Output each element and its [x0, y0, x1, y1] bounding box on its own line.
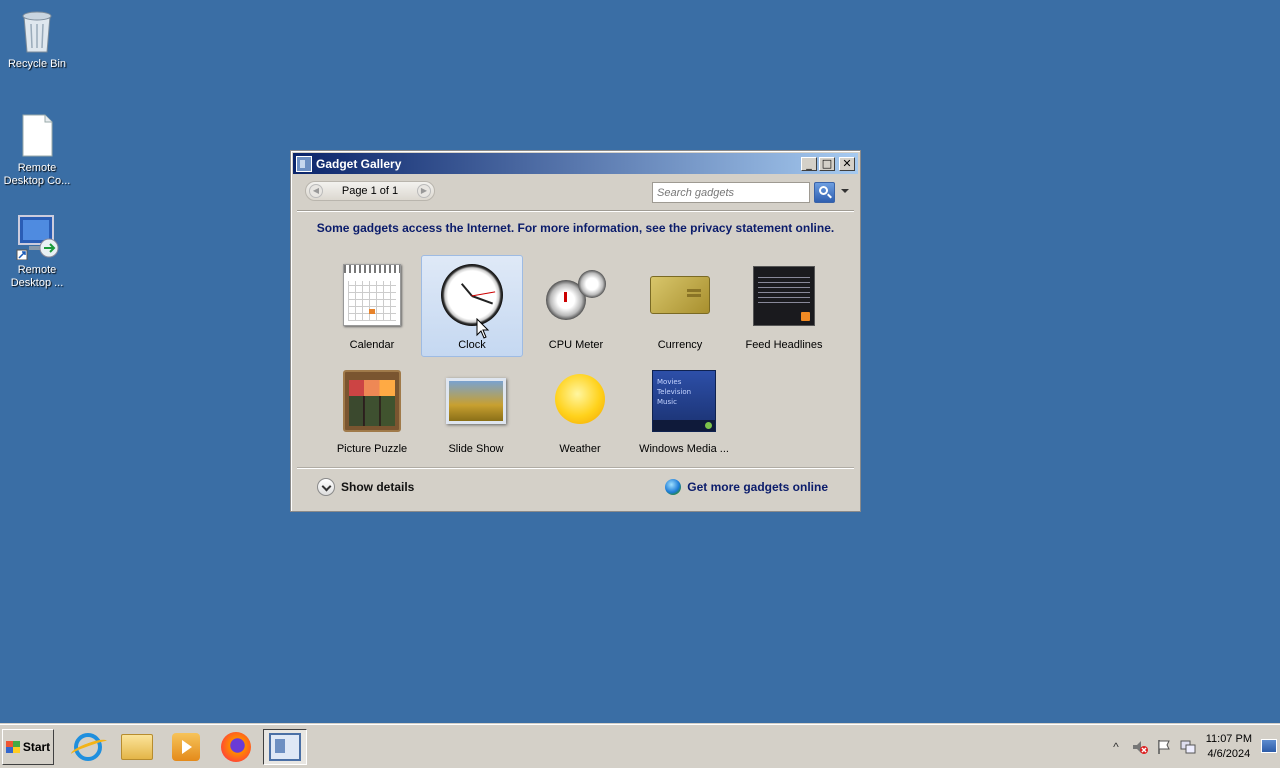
- get-more-gadgets-label: Get more gadgets online: [687, 480, 828, 494]
- gadget-clock[interactable]: Clock: [421, 255, 523, 357]
- show-details-label: Show details: [341, 480, 415, 494]
- get-more-gadgets-link[interactable]: Get more gadgets online: [665, 479, 828, 495]
- show-details-button[interactable]: Show details: [317, 478, 414, 496]
- taskbar-clock[interactable]: 11:07 PM 4/6/2024: [1206, 732, 1252, 762]
- media-thumb-line: Movies: [657, 378, 682, 386]
- media-player-icon: [172, 733, 200, 761]
- gadget-name: CPU Meter: [548, 339, 604, 351]
- gadget-name: Slide Show: [448, 443, 504, 455]
- slide-show-gadget-icon: [446, 378, 506, 424]
- gadget-picture-puzzle[interactable]: Picture Puzzle: [321, 360, 423, 462]
- taskbar-app-gadget-gallery[interactable]: [263, 729, 307, 765]
- gallery-footer: Show details Get more gadgets online: [297, 467, 854, 505]
- gadget-name: Weather: [559, 443, 601, 455]
- firefox-icon: [221, 732, 251, 762]
- gadget-name: Clock: [458, 339, 486, 351]
- page-indicator: Page 1 of 1: [341, 185, 399, 197]
- clock-gadget-icon: [441, 264, 503, 326]
- gallery-content: Some gadgets access the Internet. For mo…: [297, 211, 854, 505]
- volume-muted-icon[interactable]: [1130, 737, 1150, 757]
- taskbar-app-firefox[interactable]: [214, 729, 258, 765]
- mouse-cursor-icon: [476, 318, 490, 339]
- recycle-bin-icon: [15, 8, 59, 54]
- search-input[interactable]: [653, 183, 809, 202]
- desktop-icon-remote-desktop-connection[interactable]: Remote Desktop Co...: [0, 112, 74, 188]
- windows-media-center-gadget-icon: Movies Television Music: [652, 370, 716, 432]
- cpu-meter-gadget-icon: [544, 270, 608, 320]
- window-title: Gadget Gallery: [316, 156, 402, 171]
- close-button[interactable]: ✕: [839, 156, 855, 171]
- gadget-name: Picture Puzzle: [336, 443, 408, 455]
- clock-date: 4/6/2024: [1207, 748, 1251, 760]
- search-options-dropdown-icon[interactable]: [841, 189, 849, 193]
- picture-puzzle-gadget-icon: [343, 370, 401, 432]
- privacy-notice: Some gadgets access the Internet. For mo…: [316, 221, 835, 235]
- gadget-currency[interactable]: Currency: [629, 256, 731, 358]
- desktop-icon-recycle-bin[interactable]: Recycle Bin: [0, 8, 74, 71]
- pager: ◀ Page 1 of 1 ▶: [305, 181, 435, 201]
- gadget-calendar[interactable]: Calendar: [321, 256, 423, 358]
- media-thumb-line: Television: [657, 388, 692, 396]
- weather-sun-icon: [555, 374, 605, 424]
- gadget-name: Calendar: [349, 339, 395, 351]
- maximize-button[interactable]: □: [819, 156, 835, 171]
- gadget-gallery-app-icon: [296, 155, 312, 172]
- show-desktop-button[interactable]: [1261, 739, 1277, 753]
- internet-explorer-icon: [74, 733, 102, 761]
- start-label: Start: [22, 740, 51, 754]
- title-bar[interactable]: Gadget Gallery _ □ ✕: [293, 153, 858, 174]
- gadget-slide-show[interactable]: Slide Show: [425, 360, 527, 462]
- gadget-name: Feed Headlines: [745, 339, 823, 351]
- system-tray: ^: [1106, 729, 1210, 765]
- chevron-down-icon: [317, 478, 335, 496]
- desktop-icon-label: Remote Desktop Co...: [3, 162, 71, 187]
- taskbar-app-internet-explorer[interactable]: [66, 729, 110, 765]
- file-explorer-icon: [121, 734, 153, 760]
- currency-gadget-icon: [650, 276, 710, 314]
- document-icon: [15, 112, 59, 158]
- search-icon[interactable]: [814, 182, 835, 203]
- gadget-feed-headlines[interactable]: Feed Headlines: [733, 256, 835, 358]
- globe-icon: [665, 479, 682, 495]
- clock-time: 11:07 PM: [1205, 733, 1252, 745]
- windows-flag-icon: [5, 741, 20, 753]
- taskbar-app-media-player[interactable]: [164, 729, 208, 765]
- network-icon[interactable]: [1178, 737, 1198, 757]
- gadget-gallery-icon: [269, 733, 301, 761]
- gadget-cpu-meter[interactable]: CPU Meter: [525, 256, 627, 358]
- gadget-windows-media-center[interactable]: Movies Television Music Windows Media ..…: [633, 360, 735, 462]
- previous-page-button[interactable]: ◀: [309, 184, 323, 198]
- start-button[interactable]: Start: [2, 729, 54, 765]
- search-box: [652, 182, 810, 203]
- desktop-icon-remote-desktop[interactable]: Remote Desktop ...: [0, 214, 74, 290]
- next-page-button[interactable]: ▶: [417, 184, 431, 198]
- desktop-icon-label: Recycle Bin: [7, 58, 67, 70]
- feed-headlines-gadget-icon: [753, 266, 815, 326]
- desktop-icon-label: Remote Desktop ...: [10, 264, 64, 289]
- action-center-flag-icon[interactable]: [1154, 737, 1174, 757]
- calendar-gadget-icon: [343, 264, 401, 326]
- gadget-gallery-window: Gadget Gallery _ □ ✕ ◀ Page 1 of 1 ▶ Som…: [290, 150, 861, 512]
- remote-desktop-icon: [15, 214, 59, 261]
- show-hidden-icons-button[interactable]: ^: [1106, 737, 1126, 757]
- gadget-weather[interactable]: Weather: [529, 360, 631, 462]
- taskbar-app-file-explorer[interactable]: [115, 729, 159, 765]
- minimize-button[interactable]: _: [801, 156, 817, 171]
- gallery-toolbar: ◀ Page 1 of 1 ▶: [291, 174, 860, 208]
- taskbar: Start ^ 11:07 PM 4/6/2024: [0, 724, 1280, 768]
- media-thumb-line: Music: [657, 398, 677, 406]
- gadget-name: Windows Media ...: [639, 443, 729, 455]
- gadget-name: Currency: [657, 339, 703, 351]
